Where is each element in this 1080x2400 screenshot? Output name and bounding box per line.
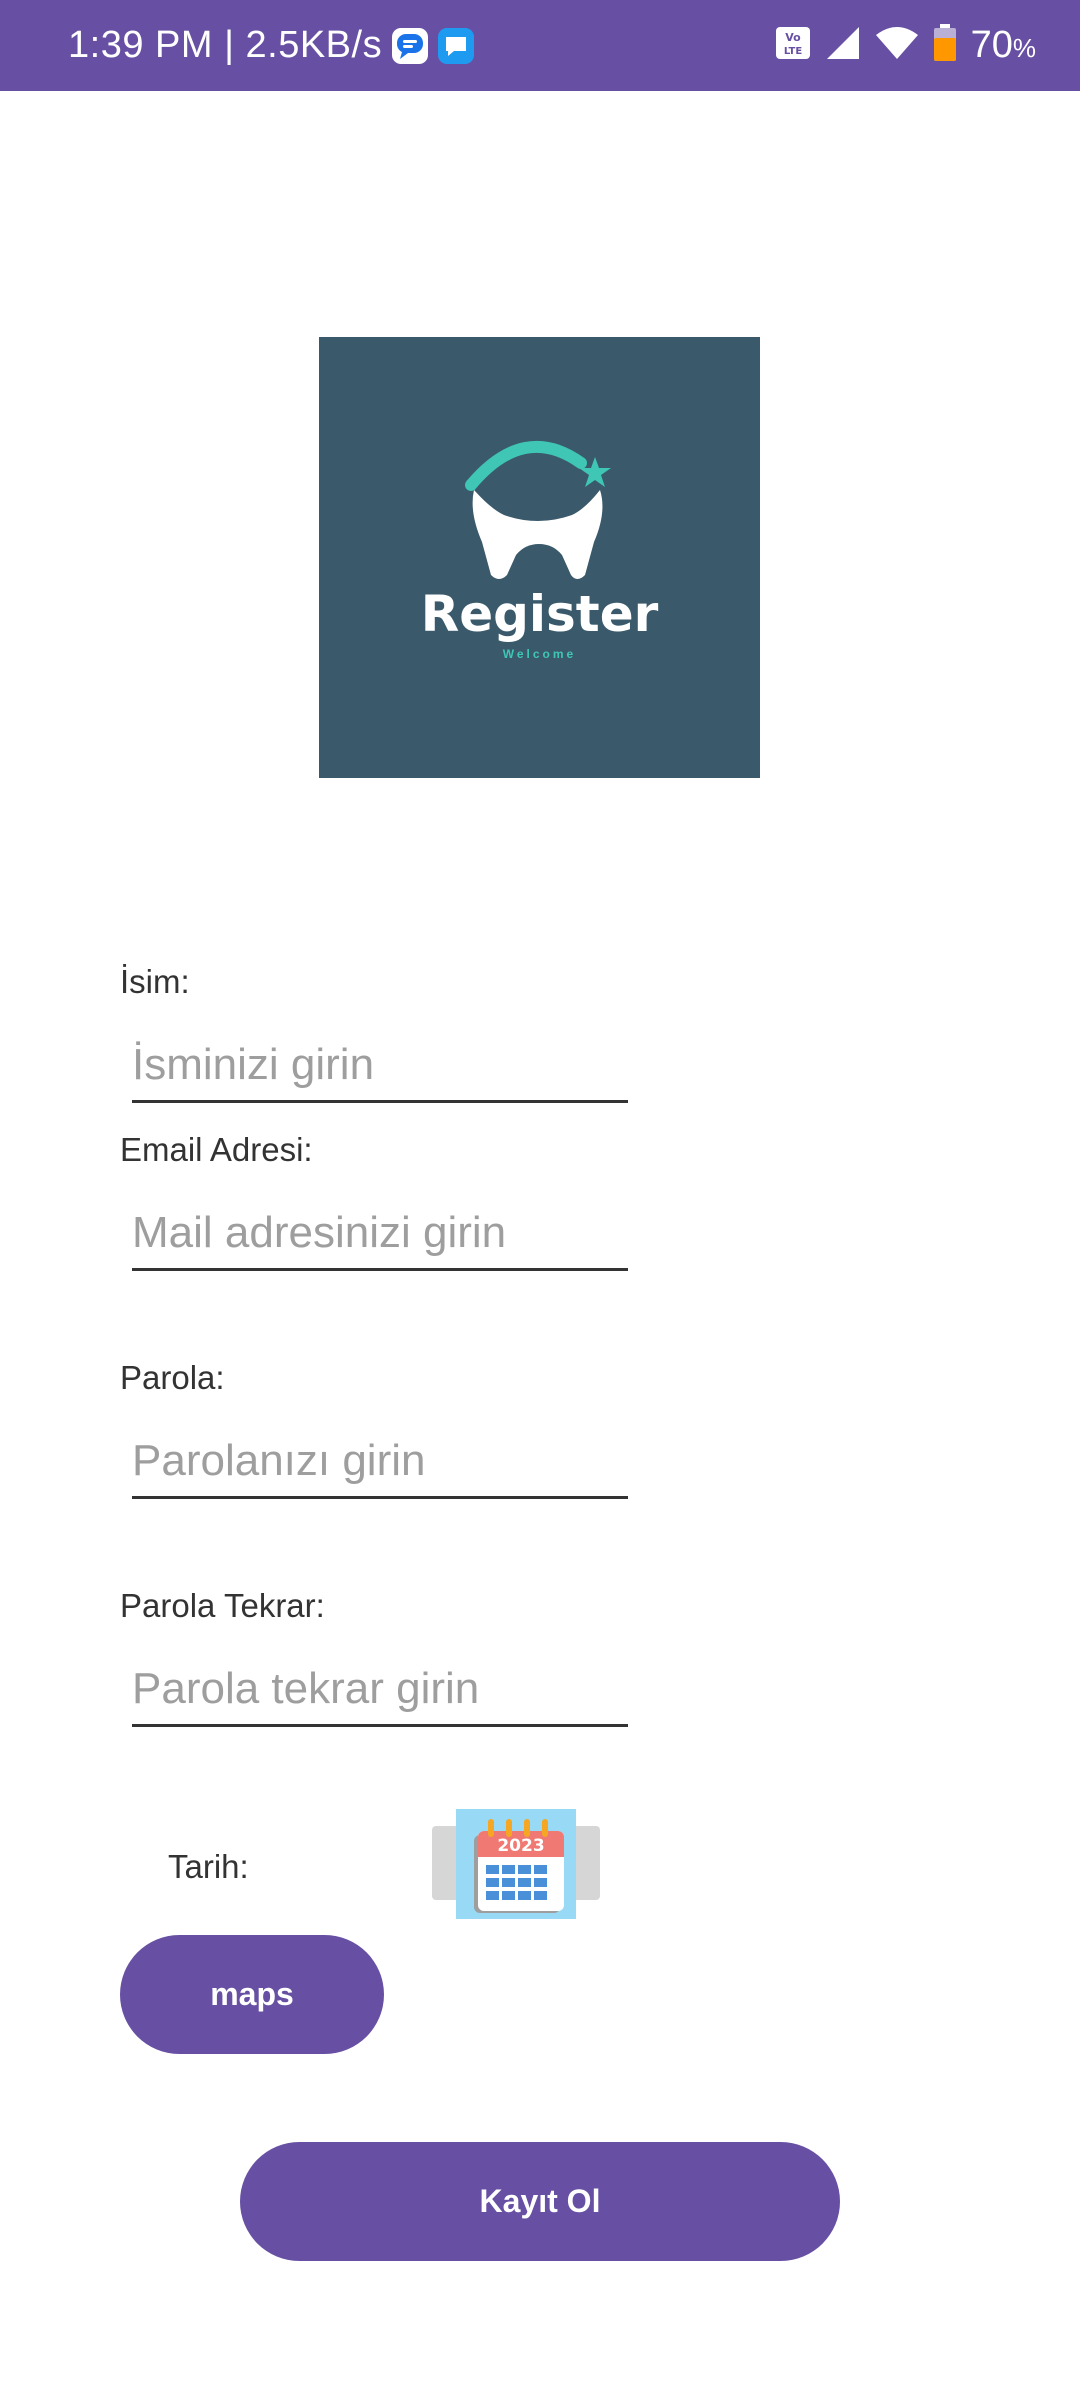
chat-icon	[438, 27, 475, 64]
calendar-icon[interactable]: 2023	[456, 1809, 576, 1919]
maps-button[interactable]: maps	[120, 1935, 384, 2054]
password-input[interactable]	[132, 1426, 628, 1499]
message-icon	[392, 27, 429, 64]
status-time: 1:39 PM | 2.5KB/s	[68, 24, 383, 66]
battery-level: 70%	[971, 24, 1036, 67]
people-logo-icon	[465, 440, 611, 579]
svg-text:LTE: LTE	[783, 46, 802, 57]
wifi-icon	[875, 25, 919, 66]
battery-percent: 70	[970, 24, 1013, 66]
status-bar-left: 1:39 PM | 2.5KB/s	[68, 0, 475, 91]
svg-text:Vo: Vo	[785, 31, 801, 44]
name-label: İsim:	[120, 963, 190, 1000]
name-input[interactable]	[132, 1030, 628, 1103]
password-label: Parola:	[120, 1359, 225, 1396]
date-label: Tarih:	[168, 1848, 249, 1885]
battery-icon	[933, 24, 957, 67]
email-label: Email Adresi:	[120, 1131, 313, 1168]
logo-title: Register	[420, 585, 659, 643]
status-bar: 1:39 PM | 2.5KB/s Vo LTE 70%	[0, 0, 1080, 91]
password-repeat-input[interactable]	[132, 1654, 628, 1727]
status-bar-right: Vo LTE 70%	[775, 0, 1036, 91]
logo-subtitle: Welcome	[502, 647, 577, 661]
email-input[interactable]	[132, 1198, 628, 1271]
password-repeat-label: Parola Tekrar:	[120, 1587, 325, 1624]
signal-icon	[825, 25, 861, 66]
battery-unit: %	[1012, 33, 1036, 63]
register-button[interactable]: Kayıt Ol	[240, 2142, 840, 2261]
register-logo: Register Welcome	[319, 337, 760, 778]
calendar-year: 2023	[497, 1836, 544, 1856]
volte-icon: Vo LTE	[775, 25, 811, 66]
